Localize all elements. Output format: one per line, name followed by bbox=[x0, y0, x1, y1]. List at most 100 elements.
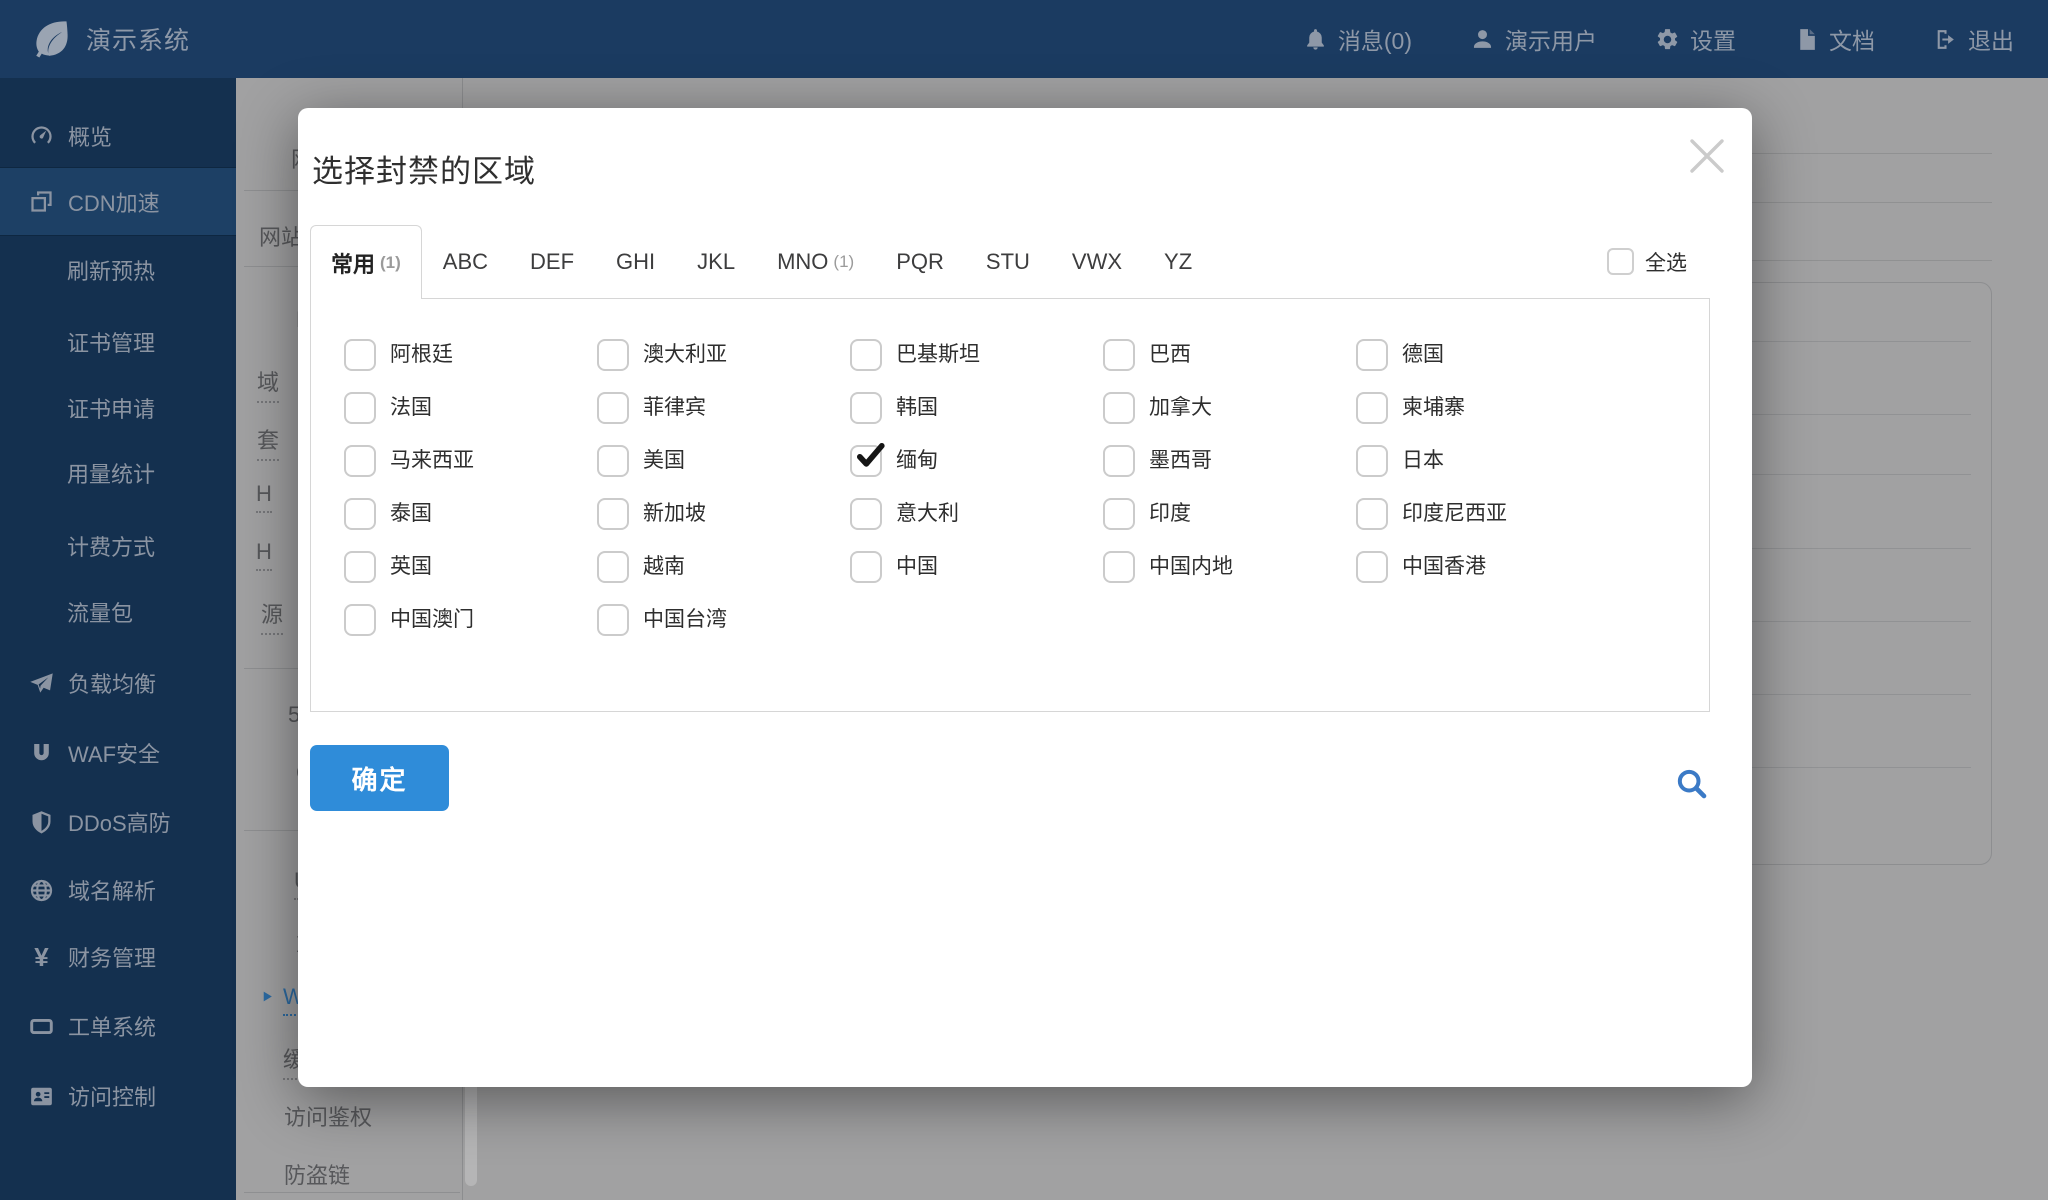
checkbox-unchecked bbox=[597, 392, 629, 424]
sidebar-item-label: WAF安全 bbox=[68, 737, 160, 769]
sidebar-item-ddos[interactable]: DDoS高防 bbox=[0, 795, 236, 849]
region-checkbox-巴基斯坦[interactable]: 巴基斯坦 bbox=[850, 339, 1103, 371]
tab-VWX[interactable]: VWX bbox=[1051, 225, 1143, 298]
sidebar-item-traffic-pack[interactable]: 流量包 bbox=[0, 585, 236, 639]
brand[interactable]: 演示系统 bbox=[28, 15, 190, 64]
nav-item-settings[interactable]: 设置 bbox=[1655, 22, 1736, 56]
checkbox-unchecked bbox=[344, 551, 376, 583]
region-checkbox-日本[interactable]: 日本 bbox=[1356, 445, 1609, 477]
region-checkbox-中国澳门[interactable]: 中国澳门 bbox=[344, 604, 597, 636]
sidebar-item-label: 负载均衡 bbox=[68, 667, 156, 699]
checkbox-unchecked bbox=[1103, 339, 1135, 371]
nav-item-label: 退出 bbox=[1968, 22, 2014, 56]
checkbox-unchecked bbox=[1356, 551, 1388, 583]
region-checkbox-英国[interactable]: 英国 bbox=[344, 551, 597, 583]
sidebar-item-load-balance[interactable]: 负载均衡 bbox=[0, 656, 236, 710]
region-checkbox-印度尼西亚[interactable]: 印度尼西亚 bbox=[1356, 498, 1609, 530]
region-checkbox-法国[interactable]: 法国 bbox=[344, 392, 597, 424]
region-checkbox-墨西哥[interactable]: 墨西哥 bbox=[1103, 445, 1356, 477]
bg-menu-item[interactable]: 源 bbox=[261, 597, 283, 625]
tab-DEF[interactable]: DEF bbox=[509, 225, 595, 298]
checkbox-unchecked bbox=[1103, 551, 1135, 583]
checkbox-unchecked bbox=[597, 445, 629, 477]
sidebar-item-cert-apply[interactable]: 证书申请 bbox=[0, 381, 236, 435]
select-all-checkbox[interactable]: 全选 bbox=[1607, 247, 1687, 277]
brand-label: 演示系统 bbox=[86, 21, 190, 57]
sidebar-item-label: 证书管理 bbox=[67, 326, 155, 358]
sidebar-item-billing-mode[interactable]: 计费方式 bbox=[0, 519, 236, 573]
region-checkbox-菲律宾[interactable]: 菲律宾 bbox=[597, 392, 850, 424]
sidebar-item-label: 访问控制 bbox=[68, 1080, 156, 1112]
tab-ABC[interactable]: ABC bbox=[422, 225, 509, 298]
region-checkbox-新加坡[interactable]: 新加坡 bbox=[597, 498, 850, 530]
bg-menu-item[interactable]: 域 bbox=[257, 365, 279, 393]
bg-menu-item[interactable]: H bbox=[256, 481, 272, 509]
region-checkbox-韩国[interactable]: 韩国 bbox=[850, 392, 1103, 424]
region-checkbox-澳大利亚[interactable]: 澳大利亚 bbox=[597, 339, 850, 371]
region-label: 意大利 bbox=[896, 498, 959, 530]
nav-item-docs[interactable]: 文档 bbox=[1794, 22, 1875, 56]
region-label: 阿根廷 bbox=[390, 339, 453, 371]
nav-item-messages[interactable]: 消息(0) bbox=[1303, 22, 1412, 56]
tab-STU[interactable]: STU bbox=[965, 225, 1051, 298]
region-checkbox-加拿大[interactable]: 加拿大 bbox=[1103, 392, 1356, 424]
region-checkbox-柬埔寨[interactable]: 柬埔寨 bbox=[1356, 392, 1609, 424]
region-label: 中国 bbox=[896, 551, 938, 583]
nav-item-user[interactable]: 演示用户 bbox=[1470, 22, 1597, 56]
bg-menu-item[interactable]: 访问鉴权 bbox=[284, 1100, 372, 1128]
tab-GHI[interactable]: GHI bbox=[595, 225, 676, 298]
tab-label: JKL bbox=[697, 249, 735, 275]
tab-JKL[interactable]: JKL bbox=[676, 225, 756, 298]
bg-menu-item[interactable]: 防盗链 bbox=[284, 1158, 350, 1186]
bg-menu-item[interactable]: 网站 bbox=[259, 220, 303, 248]
bg-menu-item[interactable]: H bbox=[256, 539, 272, 567]
sidebar-item-overview[interactable]: 概览 bbox=[0, 109, 236, 163]
scrollbar-thumb[interactable] bbox=[465, 1078, 477, 1186]
sidebar-item-finance[interactable]: ¥财务管理 bbox=[0, 930, 236, 984]
region-checkbox-马来西亚[interactable]: 马来西亚 bbox=[344, 445, 597, 477]
sidebar-item-waf[interactable]: WAF安全 bbox=[0, 726, 236, 780]
region-checkbox-缅甸[interactable]: 缅甸 bbox=[850, 445, 1103, 477]
triangle-right-icon bbox=[261, 990, 274, 1003]
sidebar-item-label: 工单系统 bbox=[68, 1010, 156, 1042]
confirm-button[interactable]: 确定 bbox=[310, 745, 449, 811]
region-label: 澳大利亚 bbox=[643, 339, 727, 371]
sidebar-item-cdn[interactable]: CDN加速 bbox=[0, 167, 236, 236]
region-label: 日本 bbox=[1402, 445, 1444, 477]
tab-PQR[interactable]: PQR bbox=[875, 225, 965, 298]
region-checkbox-中国[interactable]: 中国 bbox=[850, 551, 1103, 583]
sidebar-item-tickets[interactable]: 工单系统 bbox=[0, 999, 236, 1053]
region-checkbox-巴西[interactable]: 巴西 bbox=[1103, 339, 1356, 371]
sidebar-item-refresh-preheat[interactable]: 刷新预热 bbox=[0, 243, 236, 297]
logout-icon bbox=[1933, 27, 1958, 52]
search-icon[interactable] bbox=[1672, 764, 1712, 804]
sidebar-item-access-control[interactable]: 访问控制 bbox=[0, 1069, 236, 1123]
tab-label: PQR bbox=[896, 249, 944, 275]
sidebar-item-label: 概览 bbox=[68, 120, 112, 152]
tab-常用[interactable]: 常用(1) bbox=[310, 225, 422, 299]
sidebar-item-cert-manage[interactable]: 证书管理 bbox=[0, 315, 236, 369]
ticket-icon bbox=[28, 1013, 55, 1040]
region-label: 马来西亚 bbox=[390, 445, 474, 477]
region-checkbox-德国[interactable]: 德国 bbox=[1356, 339, 1609, 371]
sidebar-item-usage-stats[interactable]: 用量统计 bbox=[0, 446, 236, 500]
region-checkbox-泰国[interactable]: 泰国 bbox=[344, 498, 597, 530]
tab-YZ[interactable]: YZ bbox=[1143, 225, 1213, 298]
region-checkbox-阿根廷[interactable]: 阿根廷 bbox=[344, 339, 597, 371]
region-checkbox-中国台湾[interactable]: 中国台湾 bbox=[597, 604, 850, 636]
region-checkbox-印度[interactable]: 印度 bbox=[1103, 498, 1356, 530]
nav-item-label: 演示用户 bbox=[1505, 22, 1597, 56]
close-icon[interactable] bbox=[1683, 132, 1731, 180]
region-checkbox-美国[interactable]: 美国 bbox=[597, 445, 850, 477]
region-checkbox-越南[interactable]: 越南 bbox=[597, 551, 850, 583]
tab-MNO[interactable]: MNO(1) bbox=[756, 225, 875, 298]
checkbox-box bbox=[1607, 248, 1634, 275]
region-checkbox-中国香港[interactable]: 中国香港 bbox=[1356, 551, 1609, 583]
sidebar-item-dns[interactable]: 域名解析 bbox=[0, 863, 236, 917]
nav-item-label: 设置 bbox=[1690, 22, 1736, 56]
bg-menu-item[interactable]: 套 bbox=[257, 423, 279, 451]
nav-item-logout[interactable]: 退出 bbox=[1933, 22, 2014, 56]
tab-label: STU bbox=[986, 249, 1030, 275]
region-checkbox-中国内地[interactable]: 中国内地 bbox=[1103, 551, 1356, 583]
region-checkbox-意大利[interactable]: 意大利 bbox=[850, 498, 1103, 530]
